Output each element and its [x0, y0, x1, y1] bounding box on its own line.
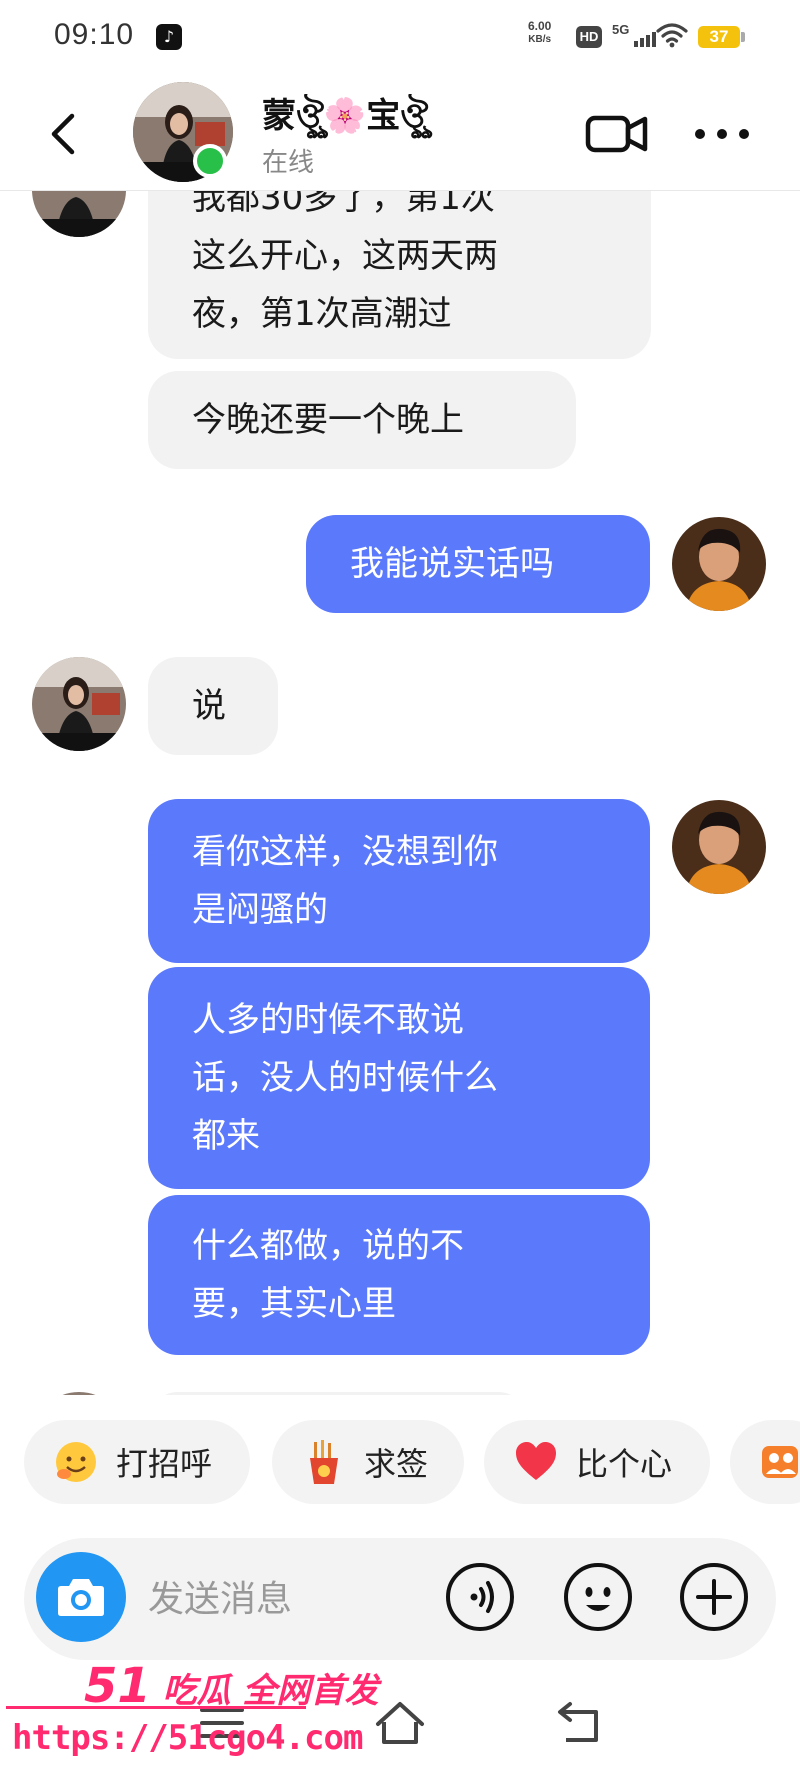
video-call-icon[interactable]	[585, 110, 649, 158]
watermark-divider	[6, 1706, 306, 1709]
message-line: 我能说实话吗	[350, 544, 554, 584]
message-line: 这么开心，这两天两	[192, 236, 498, 276]
message-line: 说	[192, 686, 226, 726]
watermark-text: 吃瓜 全网首发	[162, 1671, 379, 1711]
contact-message-avatar[interactable]	[32, 191, 126, 237]
contact-status: 在线	[262, 148, 315, 178]
message-line: 都来	[192, 1116, 260, 1156]
message-input[interactable]	[146, 1568, 440, 1630]
contact-message-avatar[interactable]	[32, 657, 126, 751]
camera-icon	[58, 1579, 104, 1616]
my-avatar[interactable]	[672, 517, 766, 611]
incoming-message-bubble[interactable]	[148, 1392, 528, 1395]
message-line: 话，没人的时候什么	[192, 1058, 498, 1098]
voice-icon[interactable]	[444, 1561, 516, 1633]
network-speed-value: 6.00	[528, 19, 552, 33]
incoming-message-bubble[interactable]: 说	[148, 657, 278, 755]
outgoing-message-bubble[interactable]: 看你这样，没想到你 是闷骚的	[148, 799, 650, 963]
chat-message-list[interactable]: 我都30多了，第1次 这么开心，这两天两 夜，第1次高潮过 今晚还要一个晚上 我…	[0, 191, 800, 1395]
message-line: 是闷骚的	[192, 890, 328, 930]
network-speed-unit: KB/s	[528, 34, 552, 45]
quick-reply-fortune[interactable]: 求签	[272, 1420, 464, 1504]
hd-badge: HD	[576, 26, 602, 48]
quick-reply-greet[interactable]: 打招呼	[24, 1420, 250, 1504]
message-line: 什么都做，说的不	[192, 1226, 464, 1266]
battery-level: 37	[698, 26, 740, 48]
home-icon[interactable]	[372, 1698, 428, 1748]
camera-button[interactable]	[36, 1552, 126, 1642]
contact-message-avatar[interactable]	[32, 1392, 126, 1395]
network-type-label: 5G	[612, 22, 630, 37]
message-line: 人多的时候不敢说	[192, 1000, 464, 1040]
outgoing-message-bubble[interactable]: 我能说实话吗	[306, 515, 650, 613]
heart-icon	[512, 1438, 560, 1486]
message-line: 我都30多了，第1次	[192, 191, 495, 218]
back-icon[interactable]	[40, 106, 90, 162]
quick-reply-label: 求签	[364, 1445, 429, 1483]
emoji-icon[interactable]	[562, 1561, 634, 1633]
wifi-icon	[656, 23, 688, 48]
message-line: 看你这样，没想到你	[192, 832, 498, 872]
outgoing-message-bubble[interactable]: 什么都做，说的不 要，其实心里	[148, 1195, 650, 1355]
quick-reply-more[interactable]	[730, 1420, 800, 1504]
message-line: 今晚还要一个晚上	[192, 400, 464, 440]
contact-name[interactable]: 蒙ঔৣ🌸宝ঔৣ	[262, 88, 428, 147]
watermark-url: https://51cgo4.com	[12, 1718, 363, 1758]
quick-reply-label: 打招呼	[116, 1445, 213, 1483]
message-line: 夜，第1次高潮过	[192, 294, 452, 334]
message-line: 要，其实心里	[192, 1284, 396, 1324]
fortune-stick-icon	[300, 1438, 348, 1486]
back-nav-icon[interactable]	[552, 1698, 608, 1748]
incoming-message-bubble[interactable]: 今晚还要一个晚上	[148, 371, 576, 469]
signal-icon	[634, 28, 658, 47]
quick-reply-heart[interactable]: 比个心	[484, 1420, 710, 1504]
my-avatar[interactable]	[672, 800, 766, 894]
outgoing-message-bubble[interactable]: 人多的时候不敢说 话，没人的时候什么 都来	[148, 967, 650, 1189]
incoming-message-bubble[interactable]: 我都30多了，第1次 这么开心，这两天两 夜，第1次高潮过	[148, 191, 651, 359]
online-indicator	[193, 144, 227, 178]
wave-emoji-icon	[52, 1438, 100, 1486]
plus-icon[interactable]	[678, 1561, 750, 1633]
tiktok-icon: ♪	[156, 24, 182, 50]
group-photo-icon	[756, 1438, 800, 1486]
status-time: 09:10	[54, 18, 135, 51]
network-speed: 6.00 KB/s	[528, 20, 551, 46]
more-icon[interactable]	[692, 122, 752, 146]
quick-reply-label: 比个心	[576, 1445, 673, 1483]
battery-icon	[741, 32, 745, 42]
